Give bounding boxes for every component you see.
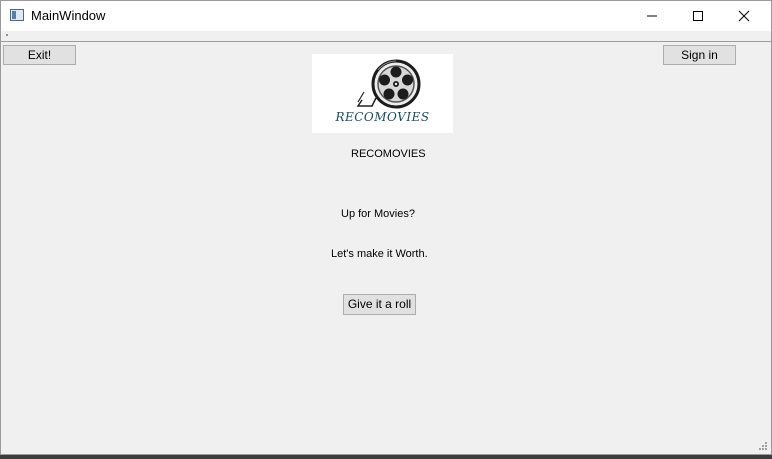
minimize-icon — [647, 15, 657, 17]
give-it-a-roll-button[interactable]: Give it a roll — [343, 294, 416, 315]
menu-bar[interactable] — [1, 31, 771, 42]
central-widget: Exit! Sign in RECOMOVIES RECOMOVIES Up f… — [1, 42, 771, 454]
close-button[interactable] — [721, 1, 767, 31]
close-icon — [738, 10, 750, 22]
subtagline-label: Let's make it Worth. — [331, 248, 428, 260]
logo-wordmark: RECOMOVIES — [335, 110, 430, 124]
menu-grip — [6, 34, 8, 36]
tagline-label: Up for Movies? — [341, 208, 415, 220]
maximize-button[interactable] — [675, 1, 721, 31]
brand-label: RECOMOVIES — [351, 148, 426, 160]
title-bar[interactable]: MainWindow — [1, 1, 771, 31]
app-window-icon — [10, 9, 24, 21]
size-grip-icon[interactable] — [758, 441, 768, 451]
film-reel-icon — [356, 59, 421, 109]
logo-image: RECOMOVIES — [312, 54, 453, 133]
window-title: MainWindow — [31, 8, 106, 23]
sign-in-button[interactable]: Sign in — [663, 45, 736, 65]
maximize-icon — [693, 11, 703, 21]
main-window: MainWindow Exit! Sign in RECOMOVIES RECO… — [0, 0, 772, 455]
exit-button[interactable]: Exit! — [3, 45, 76, 65]
minimize-button[interactable] — [629, 1, 675, 31]
